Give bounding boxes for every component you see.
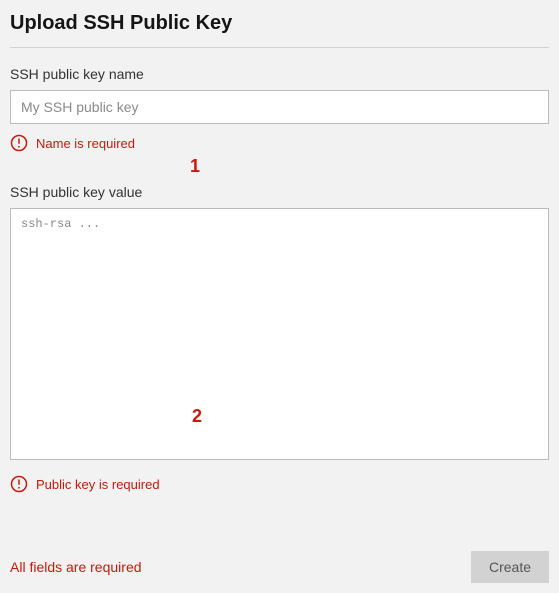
ssh-key-name-label: SSH public key name xyxy=(10,66,549,82)
ssh-key-name-error: Name is required xyxy=(10,134,549,152)
ssh-key-value-input[interactable] xyxy=(10,208,549,460)
ssh-key-value-error: Public key is required xyxy=(10,475,549,493)
error-icon xyxy=(10,134,28,152)
error-icon xyxy=(10,475,28,493)
dialog-footer: All fields are required Create xyxy=(10,551,549,583)
ssh-key-value-label: SSH public key value xyxy=(10,184,549,200)
ssh-key-name-input[interactable] xyxy=(10,90,549,124)
field-ssh-key-value: SSH public key value 2 xyxy=(10,184,549,465)
divider xyxy=(10,47,549,48)
dialog-title: Upload SSH Public Key xyxy=(10,10,549,47)
ssh-key-value-error-text: Public key is required xyxy=(36,477,160,492)
ssh-key-name-error-text: Name is required xyxy=(36,136,135,151)
field-ssh-key-name: SSH public key name 1 xyxy=(10,66,549,124)
create-button[interactable]: Create xyxy=(471,551,549,583)
footer-error-text: All fields are required xyxy=(10,559,142,575)
